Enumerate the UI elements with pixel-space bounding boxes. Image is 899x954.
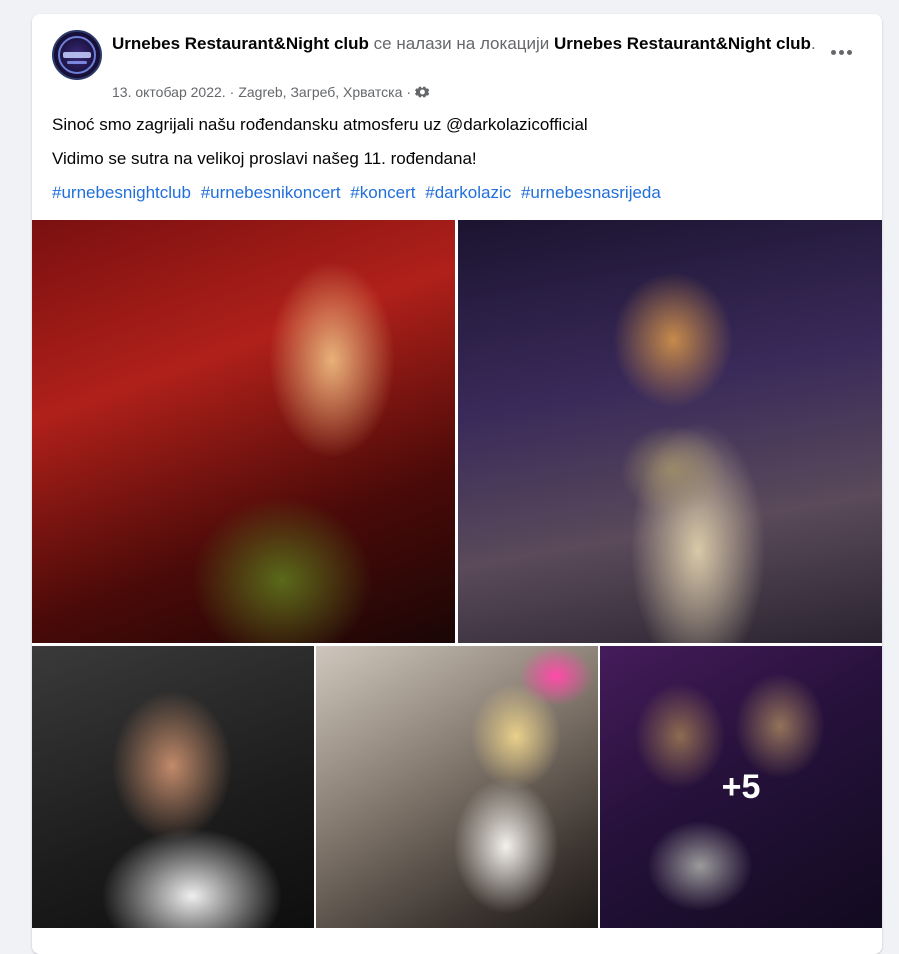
hashtag-link[interactable]: #darkolazic xyxy=(425,183,511,202)
avatar-logo-mark xyxy=(63,52,91,58)
hashtag-link[interactable]: #koncert xyxy=(350,183,415,202)
post-footer xyxy=(32,931,882,954)
hashtag-link[interactable]: #urnebesnasrijeda xyxy=(521,183,661,202)
post-meta: 13. октобар 2022. · Zagreb, Загреб, Хрва… xyxy=(112,84,430,100)
hashtags: #urnebesnightclub #urnebesnikoncert #kon… xyxy=(52,182,862,204)
hashtag-link[interactable]: #urnebesnightclub xyxy=(52,183,191,202)
photo-5-more[interactable]: +5 xyxy=(600,646,882,928)
photo-1[interactable] xyxy=(32,220,455,643)
page-name-link[interactable]: Urnebes Restaurant&Night club xyxy=(112,34,369,53)
title-suffix: . xyxy=(810,34,816,53)
more-photos-count: +5 xyxy=(721,767,761,806)
post-text-line-2: Vidimo se sutra na velikoj proslavi naše… xyxy=(52,149,477,168)
photo-4[interactable] xyxy=(316,646,598,928)
photo-3[interactable] xyxy=(32,646,314,928)
photo-2[interactable] xyxy=(458,220,882,643)
post-title: Urnebes Restaurant&Night club се налази … xyxy=(112,32,822,55)
location-phrase: се налази на локацији xyxy=(368,34,555,53)
gear-icon[interactable] xyxy=(415,85,430,99)
avatar-logo-mark-sub xyxy=(67,61,87,64)
meta-separator: · xyxy=(229,84,235,100)
post-header: Urnebes Restaurant&Night club се налази … xyxy=(32,14,882,114)
location-link[interactable]: Urnebes Restaurant&Night club xyxy=(554,34,811,53)
more-options-button[interactable] xyxy=(826,38,856,66)
meta-separator-2: · xyxy=(406,84,412,100)
dot-icon xyxy=(846,49,852,55)
dot-icon xyxy=(838,49,844,55)
page-avatar[interactable] xyxy=(52,30,102,80)
dot-icon xyxy=(830,49,836,55)
post-text-line-1: Sinoć smo zagrijali našu rođendansku atm… xyxy=(52,115,588,134)
post-date[interactable]: 13. октобар 2022. xyxy=(112,84,226,100)
post-place[interactable]: Zagreb, Загреб, Хрватска xyxy=(238,84,402,100)
hashtag-link[interactable]: #urnebesnikoncert xyxy=(201,183,341,202)
post-card: Urnebes Restaurant&Night club се налази … xyxy=(32,14,882,954)
